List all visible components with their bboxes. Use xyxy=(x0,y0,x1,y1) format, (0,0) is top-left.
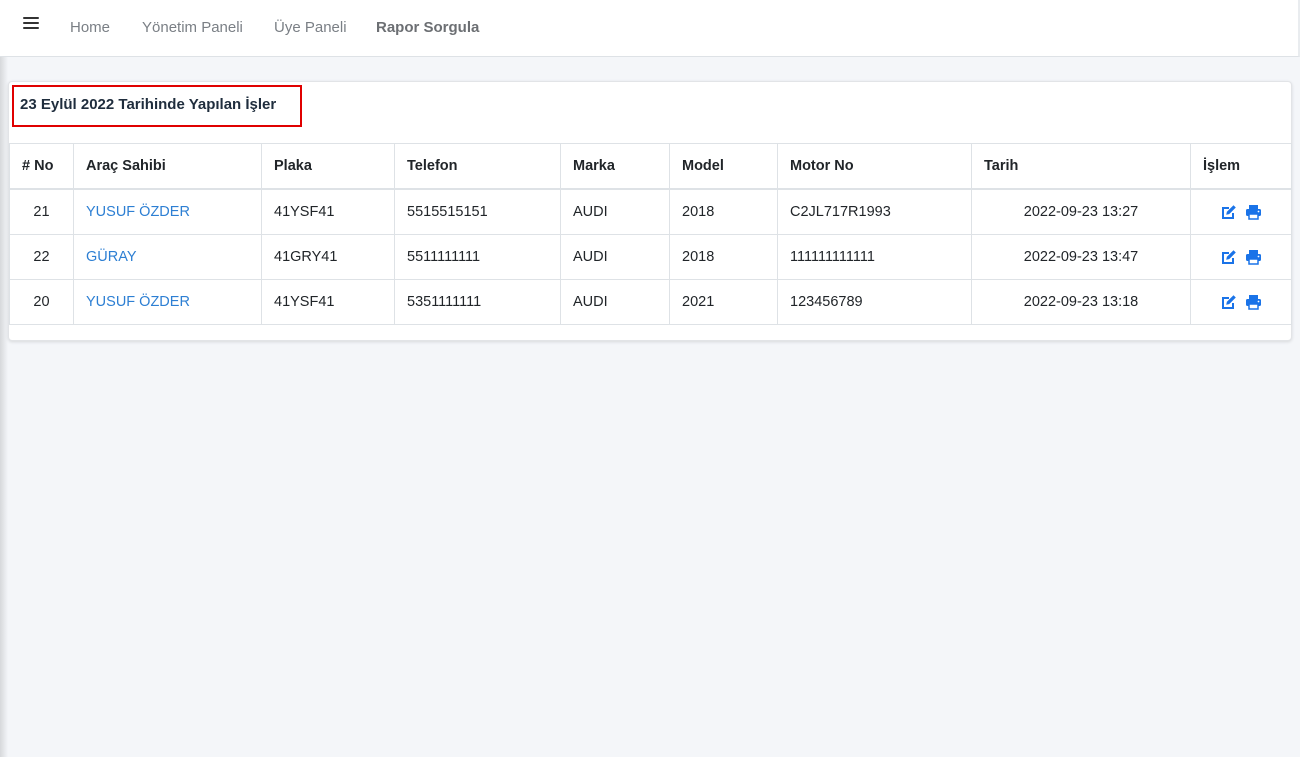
cell-phone: 5511111111 xyxy=(394,234,561,280)
edit-icon[interactable] xyxy=(1220,204,1238,220)
header-actions: İşlem xyxy=(1190,143,1292,190)
cell-no: 20 xyxy=(9,279,74,325)
header-phone: Telefon xyxy=(394,143,561,190)
owner-link[interactable]: GÜRAY xyxy=(86,249,137,265)
cell-actions xyxy=(1190,234,1292,280)
table-header-row: # No Araç Sahibi Plaka Telefon Marka Mod… xyxy=(9,143,1292,190)
cell-actions xyxy=(1190,188,1292,235)
report-card: 23 Eylül 2022 Tarihinde Yapılan İşler # … xyxy=(8,81,1292,341)
cell-model: 2018 xyxy=(669,188,778,235)
header-brand: Marka xyxy=(560,143,670,190)
table-row: 21 YUSUF ÖZDER 41YSF41 5515515151 AUDI 2… xyxy=(9,188,1292,235)
nav-link-rapor-sorgula[interactable]: Rapor Sorgula xyxy=(376,19,479,36)
cell-brand: AUDI xyxy=(560,234,670,280)
cell-phone: 5515515151 xyxy=(394,188,561,235)
cell-date: 2022-09-23 13:47 xyxy=(971,234,1191,280)
cell-owner: YUSUF ÖZDER xyxy=(73,188,262,235)
header-date: Tarih xyxy=(971,143,1191,190)
cell-brand: AUDI xyxy=(560,279,670,325)
cell-owner: YUSUF ÖZDER xyxy=(73,279,262,325)
cell-date: 2022-09-23 13:18 xyxy=(971,279,1191,325)
nav-link-uye-paneli[interactable]: Üye Paneli xyxy=(274,19,347,36)
report-table: # No Araç Sahibi Plaka Telefon Marka Mod… xyxy=(9,143,1292,325)
print-icon[interactable] xyxy=(1245,204,1262,220)
print-icon[interactable] xyxy=(1245,294,1262,310)
cell-date: 2022-09-23 13:27 xyxy=(971,188,1191,235)
owner-link[interactable]: YUSUF ÖZDER xyxy=(86,294,190,310)
header-no: # No xyxy=(9,143,74,190)
cell-engine-no: C2JL717R1993 xyxy=(777,188,972,235)
header-owner: Araç Sahibi xyxy=(73,143,262,190)
cell-engine-no: 111111111111 xyxy=(777,234,972,280)
cell-no: 21 xyxy=(9,188,74,235)
cell-engine-no: 123456789 xyxy=(777,279,972,325)
table-row: 20 YUSUF ÖZDER 41YSF41 5351111111 AUDI 2… xyxy=(9,279,1292,325)
header-engine-no: Motor No xyxy=(777,143,972,190)
cell-owner: GÜRAY xyxy=(73,234,262,280)
cell-no: 22 xyxy=(9,234,74,280)
cell-brand: AUDI xyxy=(560,188,670,235)
cell-plate: 41YSF41 xyxy=(261,279,395,325)
owner-link[interactable]: YUSUF ÖZDER xyxy=(86,204,190,220)
cell-model: 2021 xyxy=(669,279,778,325)
card-title: 23 Eylül 2022 Tarihinde Yapılan İşler xyxy=(20,96,277,113)
table-row: 22 GÜRAY 41GRY41 5511111111 AUDI 2018 11… xyxy=(9,234,1292,280)
cell-model: 2018 xyxy=(669,234,778,280)
header-model: Model xyxy=(669,143,778,190)
cell-plate: 41YSF41 xyxy=(261,188,395,235)
nav-link-home[interactable]: Home xyxy=(70,19,110,36)
cell-phone: 5351111111 xyxy=(394,279,561,325)
top-navbar: Home Yönetim Paneli Üye Paneli Rapor Sor… xyxy=(0,0,1300,57)
edit-icon[interactable] xyxy=(1220,294,1238,310)
edit-icon[interactable] xyxy=(1220,249,1238,265)
nav-link-yonetim-paneli[interactable]: Yönetim Paneli xyxy=(142,19,243,36)
sidebar-edge-shadow xyxy=(0,57,8,757)
cell-plate: 41GRY41 xyxy=(261,234,395,280)
header-plate: Plaka xyxy=(261,143,395,190)
hamburger-menu-icon[interactable] xyxy=(23,17,39,31)
print-icon[interactable] xyxy=(1245,249,1262,265)
cell-actions xyxy=(1190,279,1292,325)
